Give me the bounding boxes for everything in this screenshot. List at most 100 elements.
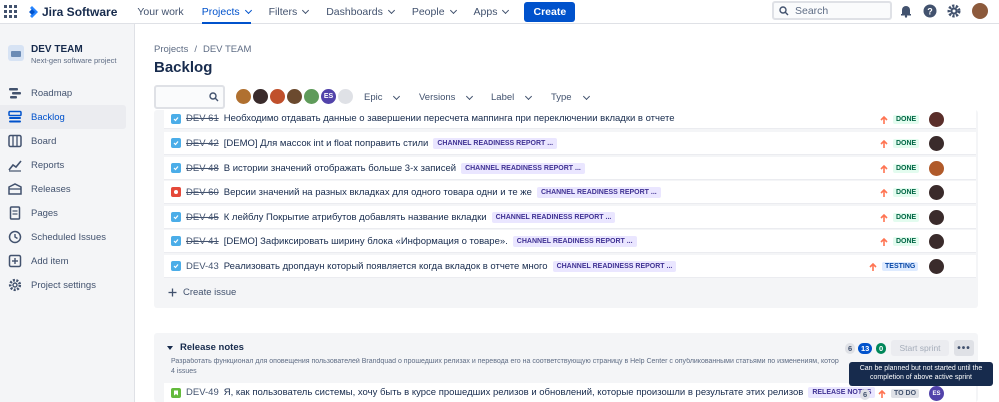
issue-key[interactable]: DEV-41 (186, 236, 219, 247)
create-button[interactable]: Create (524, 1, 576, 22)
status-badge[interactable]: DONE (893, 115, 920, 124)
status-badge[interactable]: DONE (893, 139, 920, 148)
nav-your-work[interactable]: Your work (137, 0, 183, 24)
status-badge[interactable]: DONE (893, 164, 920, 173)
nav-filters[interactable]: Filters (269, 0, 310, 24)
nav-apps[interactable]: Apps (473, 0, 510, 24)
sidebar-item-label: Backlog (31, 111, 65, 123)
assignee-avatar[interactable] (929, 185, 944, 200)
breadcrumb-projects[interactable]: Projects (154, 44, 188, 55)
status-badge[interactable]: DONE (893, 213, 920, 222)
issue-key[interactable]: DEV-61 (186, 113, 219, 124)
sidebar-item-add-item[interactable]: Add item (0, 249, 126, 273)
filter-epic[interactable]: Epic (364, 92, 401, 103)
search-input[interactable]: Search (772, 1, 892, 20)
nav-apps-label: Apps (473, 5, 498, 18)
create-issue-button[interactable]: Create issue (168, 287, 236, 298)
start-sprint-button[interactable]: Start sprint (891, 340, 949, 356)
epic-lozenge[interactable]: CHANNEL READINESS REPORT ... (491, 211, 616, 223)
nav-dashboards[interactable]: Dashboards (326, 0, 395, 24)
status-badge[interactable]: TO DO (891, 389, 920, 398)
sidebar-item-backlog[interactable]: Backlog (0, 105, 126, 129)
more-actions-button[interactable]: ••• (954, 340, 974, 356)
story-points-badge: 6 (860, 389, 871, 400)
breadcrumb-project[interactable]: DEV TEAM (203, 44, 251, 55)
pages-icon (9, 206, 21, 220)
sidebar-item-label: Pages (31, 207, 58, 219)
table-row[interactable]: DEV-41 [DEMO] Зафиксировать ширину блока… (164, 230, 976, 253)
add-people-icon[interactable] (336, 87, 355, 106)
nav-people[interactable]: People (412, 0, 457, 24)
search-placeholder: Search (795, 4, 829, 17)
table-row[interactable]: DEV-60 Версии значений на разных вкладка… (164, 181, 976, 204)
issue-key[interactable]: DEV-49 (186, 387, 219, 398)
sprint-header[interactable]: Release notes (166, 342, 244, 353)
status-badge[interactable]: DONE (893, 188, 920, 197)
assignee-avatar[interactable] (929, 259, 944, 274)
sidebar-item-scheduled-issues[interactable]: Scheduled Issues (0, 225, 126, 249)
chevron-down-icon (393, 92, 401, 100)
priority-medium-icon (880, 188, 888, 197)
assignee-avatar[interactable] (929, 112, 944, 127)
sidebar-item-label: Reports (31, 159, 65, 171)
assignee-avatar[interactable]: ES (929, 386, 944, 401)
filter-type[interactable]: Type (551, 92, 590, 103)
task-icon (171, 236, 181, 246)
filter-label: Type (551, 92, 572, 103)
filter-label-dropdown[interactable]: Label (491, 92, 533, 103)
create-issue-label: Create issue (183, 287, 237, 298)
issue-key[interactable]: DEV-45 (186, 212, 219, 223)
svg-text:?: ? (927, 7, 933, 17)
epic-lozenge[interactable]: CHANNEL READINESS REPORT ... (536, 186, 661, 198)
sidebar-item-reports[interactable]: Reports (0, 153, 126, 177)
table-row[interactable]: DEV-42 [DEMO] Для массок int и float поп… (164, 132, 976, 155)
table-row[interactable]: DEV-43 Реализовать дропдаун который появ… (164, 255, 976, 278)
issue-key[interactable]: DEV-42 (186, 138, 219, 149)
jira-logo[interactable]: Jira Software (26, 5, 117, 19)
product-name: Jira Software (42, 4, 118, 19)
assignee-avatar[interactable] (929, 161, 944, 176)
chevron-down-icon[interactable] (166, 344, 174, 352)
epic-lozenge[interactable]: CHANNEL READINESS REPORT ... (461, 162, 585, 174)
help-icon[interactable]: ? (923, 4, 937, 18)
epic-lozenge[interactable]: CHANNEL READINESS REPORT ... (552, 260, 677, 272)
epic-lozenge[interactable]: CHANNEL READINESS REPORT ... (433, 137, 558, 149)
issue-key[interactable]: DEV-48 (186, 163, 219, 174)
sidebar-item-roadmap[interactable]: Roadmap (0, 81, 126, 105)
user-avatar[interactable] (972, 3, 988, 19)
issue-summary: В истории значений отображать больше 3-х… (223, 162, 457, 174)
task-icon (171, 212, 181, 222)
settings-gear-icon[interactable] (947, 4, 961, 18)
app-switcher-icon[interactable] (4, 4, 18, 19)
table-row[interactable]: DEV-61 Необходимо отдавать данные о заве… (164, 109, 976, 129)
roadmap-icon (9, 88, 21, 99)
story-icon (171, 387, 181, 398)
assignee-avatar[interactable] (929, 210, 944, 225)
project-type: Next-gen software project (31, 56, 117, 65)
filter-label: Label (491, 92, 515, 103)
project-header[interactable]: DEV TEAM Next-gen software project (0, 24, 134, 65)
sidebar-item-releases[interactable]: Releases (0, 177, 126, 201)
status-badge[interactable]: DONE (893, 237, 920, 246)
filter-versions[interactable]: Versions (419, 92, 474, 103)
table-row[interactable]: DEV-45 К лейблу Покрытие атрибутов добав… (164, 206, 976, 229)
priority-medium-icon (869, 262, 877, 271)
backlog-search-input[interactable] (154, 85, 225, 109)
table-row[interactable]: DEV-48 В истории значений отображать бол… (164, 157, 976, 180)
epic-lozenge[interactable]: CHANNEL READINESS REPORT ... (512, 235, 637, 247)
sidebar-item-label: Roadmap (31, 87, 73, 99)
status-badge[interactable]: TESTING (882, 262, 919, 271)
sidebar-item-label: Board (31, 135, 57, 147)
assignee-avatar[interactable] (929, 234, 944, 249)
assignee-avatar[interactable] (929, 136, 944, 151)
nav-projects[interactable]: Projects (201, 0, 252, 24)
priority-medium-icon (878, 389, 886, 398)
sidebar-item-project-settings[interactable]: Project settings (0, 273, 126, 297)
notifications-bell-icon[interactable] (899, 4, 913, 18)
sidebar-item-board[interactable]: Board (0, 129, 126, 153)
sidebar-item-label: Releases (31, 183, 71, 195)
priority-medium-icon (880, 139, 888, 148)
issue-key[interactable]: DEV-60 (186, 187, 219, 198)
issue-key[interactable]: DEV-43 (186, 261, 219, 272)
sidebar-item-pages[interactable]: Pages (0, 201, 126, 225)
